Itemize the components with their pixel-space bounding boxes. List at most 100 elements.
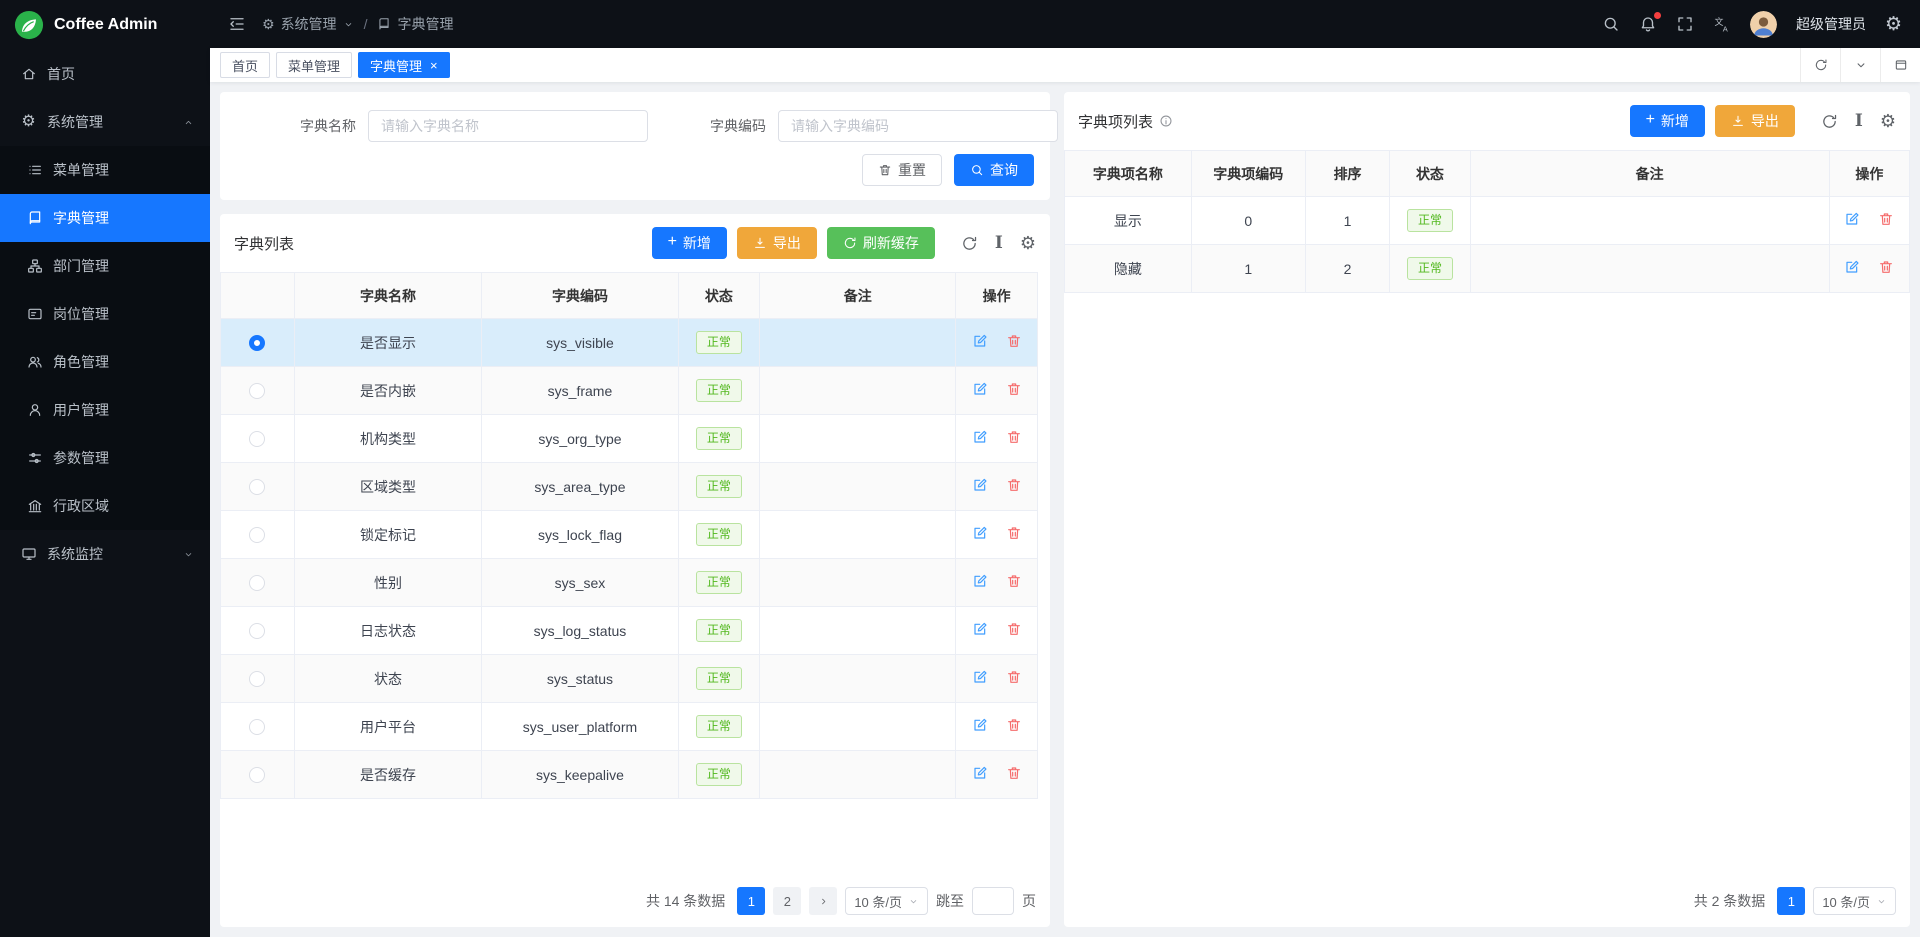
- sidebar-item-role-mgmt[interactable]: 角色管理: [0, 338, 210, 386]
- edit-icon[interactable]: [972, 717, 988, 733]
- search-button[interactable]: [1602, 15, 1620, 33]
- tab-dict-mgmt[interactable]: 字典管理×: [358, 52, 450, 78]
- tab-menu-mgmt[interactable]: 菜单管理: [276, 52, 352, 78]
- table-row[interactable]: 是否缓存 sys_keepalive 正常: [221, 751, 1038, 799]
- edit-icon[interactable]: [972, 669, 988, 685]
- column-header: 操作: [1829, 151, 1909, 197]
- table-row[interactable]: 机构类型 sys_org_type 正常: [221, 415, 1038, 463]
- text-size-icon[interactable]: I: [1855, 113, 1863, 130]
- add-button[interactable]: +新增: [652, 227, 727, 259]
- sidebar-item-param-mgmt[interactable]: 参数管理: [0, 434, 210, 482]
- delete-icon[interactable]: [1006, 333, 1022, 349]
- delete-icon[interactable]: [1878, 211, 1894, 227]
- sidebar-item-dept-mgmt[interactable]: 部门管理: [0, 242, 210, 290]
- close-icon[interactable]: ×: [430, 59, 438, 72]
- edit-icon[interactable]: [972, 765, 988, 781]
- row-radio[interactable]: [249, 383, 265, 399]
- edit-icon[interactable]: [972, 381, 988, 397]
- reset-button[interactable]: 重置: [862, 154, 942, 186]
- language-button[interactable]: [1713, 15, 1731, 33]
- sidebar-item-home[interactable]: 首页: [0, 50, 210, 98]
- text-size-icon[interactable]: I: [995, 235, 1003, 252]
- delete-icon[interactable]: [1006, 525, 1022, 541]
- avatar[interactable]: [1750, 11, 1777, 38]
- table-row[interactable]: 用户平台 sys_user_platform 正常: [221, 703, 1038, 751]
- user-name[interactable]: 超级管理员: [1796, 14, 1866, 34]
- page-button-1[interactable]: 1: [1777, 887, 1805, 915]
- edit-icon[interactable]: [972, 573, 988, 589]
- delete-icon[interactable]: [1006, 477, 1022, 493]
- sidebar-item-system[interactable]: ⚙ 系统管理: [0, 98, 210, 146]
- refresh-table-icon[interactable]: [961, 235, 978, 252]
- row-radio[interactable]: [249, 431, 265, 447]
- edit-icon[interactable]: [972, 621, 988, 637]
- delete-icon[interactable]: [1006, 573, 1022, 589]
- delete-icon[interactable]: [1878, 259, 1894, 275]
- table-row[interactable]: 是否显示 sys_visible 正常: [221, 319, 1038, 367]
- refresh-cache-button[interactable]: 刷新缓存: [827, 227, 935, 259]
- edit-icon[interactable]: [972, 525, 988, 541]
- page-jump-input[interactable]: [972, 887, 1014, 915]
- dict-code-input[interactable]: [778, 110, 1058, 142]
- tab-home[interactable]: 首页: [220, 52, 270, 78]
- table-row[interactable]: 显示 0 1 正常: [1065, 197, 1910, 245]
- sidebar-item-monitor[interactable]: 系统监控: [0, 530, 210, 578]
- column-settings-gear-icon[interactable]: ⚙: [1020, 234, 1036, 252]
- dict-pagination: 共 14 条数据 1 2 10 条/页 跳至 页: [220, 875, 1050, 927]
- content-fullscreen-button[interactable]: [1880, 48, 1920, 82]
- notifications-button[interactable]: [1639, 15, 1657, 33]
- table-row[interactable]: 隐藏 1 2 正常: [1065, 245, 1910, 293]
- table-row[interactable]: 锁定标记 sys_lock_flag 正常: [221, 511, 1038, 559]
- add-item-button[interactable]: +新增: [1630, 105, 1705, 137]
- refresh-table-icon[interactable]: [1821, 113, 1838, 130]
- page-size-select[interactable]: 10 条/页: [845, 887, 928, 915]
- delete-icon[interactable]: [1006, 381, 1022, 397]
- export-item-button[interactable]: 导出: [1715, 105, 1795, 137]
- delete-icon[interactable]: [1006, 669, 1022, 685]
- export-button[interactable]: 导出: [737, 227, 817, 259]
- next-page-button[interactable]: [809, 887, 837, 915]
- table-row[interactable]: 状态 sys_status 正常: [221, 655, 1038, 703]
- tab-options-button[interactable]: [1840, 48, 1880, 82]
- refresh-page-button[interactable]: [1800, 48, 1840, 82]
- dict-code-cell: sys_visible: [482, 319, 678, 367]
- collapse-sidebar-button[interactable]: [228, 15, 246, 33]
- query-button[interactable]: 查询: [954, 154, 1034, 186]
- page-size-select[interactable]: 10 条/页: [1813, 887, 1896, 915]
- delete-icon[interactable]: [1006, 765, 1022, 781]
- table-row[interactable]: 区域类型 sys_area_type 正常: [221, 463, 1038, 511]
- delete-icon[interactable]: [1006, 621, 1022, 637]
- row-radio[interactable]: [249, 767, 265, 783]
- sidebar-item-dict-mgmt[interactable]: 字典管理: [0, 194, 210, 242]
- edit-icon[interactable]: [972, 333, 988, 349]
- column-settings-gear-icon[interactable]: ⚙: [1880, 112, 1896, 130]
- table-row[interactable]: 性别 sys_sex 正常: [221, 559, 1038, 607]
- delete-icon[interactable]: [1006, 429, 1022, 445]
- dict-name-input[interactable]: [368, 110, 648, 142]
- edit-icon[interactable]: [972, 429, 988, 445]
- row-radio[interactable]: [249, 623, 265, 639]
- table-row[interactable]: 日志状态 sys_log_status 正常: [221, 607, 1038, 655]
- settings-gear-icon[interactable]: ⚙: [1885, 15, 1902, 34]
- table-row[interactable]: 是否内嵌 sys_frame 正常: [221, 367, 1038, 415]
- sidebar-item-menu-mgmt[interactable]: 菜单管理: [0, 146, 210, 194]
- page-button-1[interactable]: 1: [737, 887, 765, 915]
- row-radio[interactable]: [249, 335, 265, 351]
- breadcrumb-dict: 字典管理: [377, 14, 453, 34]
- sidebar-item-region-mgmt[interactable]: 行政区域: [0, 482, 210, 530]
- row-radio[interactable]: [249, 479, 265, 495]
- sidebar-item-post-mgmt[interactable]: 岗位管理: [0, 290, 210, 338]
- row-radio[interactable]: [249, 527, 265, 543]
- sidebar-item-user-mgmt[interactable]: 用户管理: [0, 386, 210, 434]
- row-radio[interactable]: [249, 719, 265, 735]
- breadcrumb-system[interactable]: ⚙ 系统管理: [262, 14, 354, 34]
- page-button-2[interactable]: 2: [773, 887, 801, 915]
- row-radio[interactable]: [249, 671, 265, 687]
- row-radio[interactable]: [249, 575, 265, 591]
- delete-icon[interactable]: [1006, 717, 1022, 733]
- column-header: 字典编码: [482, 273, 678, 319]
- edit-icon[interactable]: [1844, 211, 1860, 227]
- fullscreen-button[interactable]: [1676, 15, 1694, 33]
- edit-icon[interactable]: [972, 477, 988, 493]
- edit-icon[interactable]: [1844, 259, 1860, 275]
